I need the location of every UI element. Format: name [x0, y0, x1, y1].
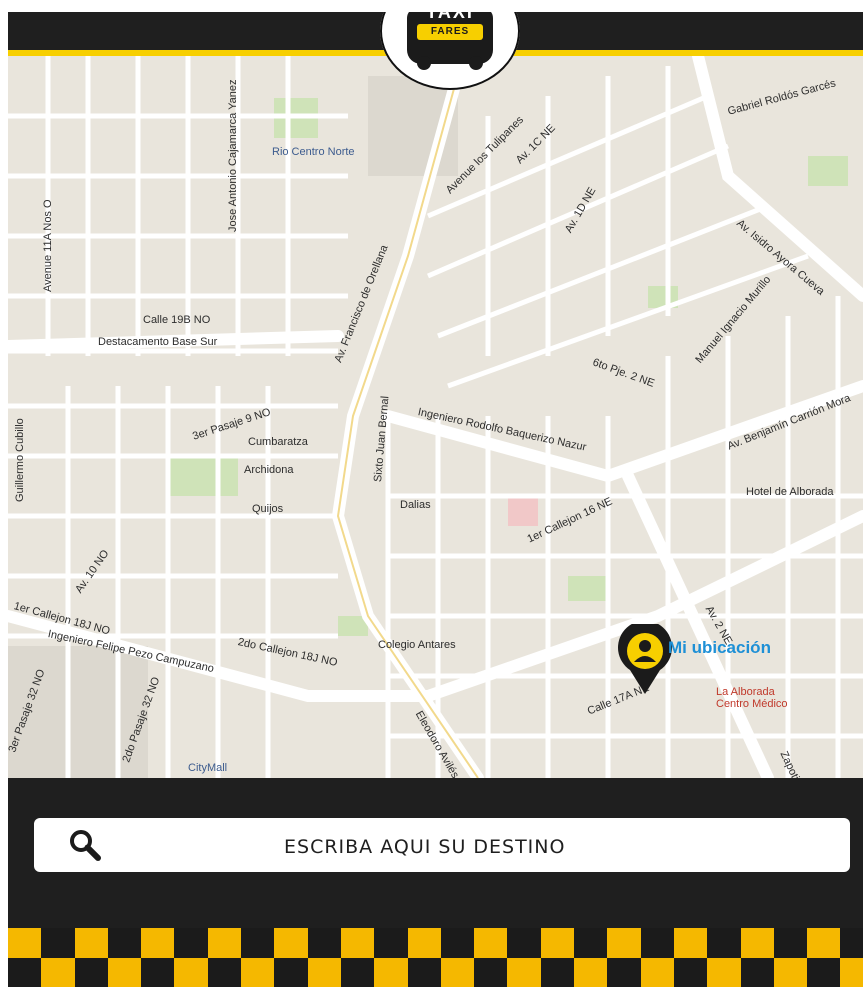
wheel-icon: [417, 56, 431, 70]
checker-cell: [374, 928, 408, 958]
checker-cell: [640, 958, 674, 987]
checker-cell: [241, 928, 275, 958]
checker-cell: [141, 928, 175, 958]
checker-cell: [574, 928, 608, 958]
checker-cell: [274, 958, 308, 987]
checker-pattern-bottom: [8, 958, 863, 987]
checker-cell: [407, 958, 441, 987]
checker-cell: [8, 928, 42, 958]
checker-cell: [340, 958, 375, 987]
checker-cell: [440, 928, 475, 958]
map-label: Destacamento Base Sur: [98, 336, 218, 348]
checker-cell: [374, 958, 408, 987]
checker-cell: [540, 958, 575, 987]
checker-cell: [407, 928, 441, 958]
checker-cell: [41, 928, 75, 958]
checker-cell: [207, 928, 242, 958]
map-label: Cumbaratza: [248, 436, 308, 448]
checker-cell: [141, 958, 175, 987]
checker-cell: [707, 958, 741, 987]
checker-cell: [607, 928, 641, 958]
search-icon[interactable]: [68, 828, 102, 862]
checker-cell: [840, 958, 863, 987]
checker-cell: [474, 928, 508, 958]
map-label: Dalias: [400, 499, 431, 511]
map-view[interactable]: Gabriel Roldós Garcés Av. Francisco de O…: [8, 56, 863, 778]
checker-cell: [507, 928, 541, 958]
checker-cell: [440, 958, 475, 987]
destination-search-placeholder[interactable]: ESCRIBA AQUI SU DESTINO: [284, 836, 565, 858]
checker-cell: [607, 958, 641, 987]
map-label: Jose Antonio Cajamarca Yanez: [227, 79, 239, 232]
map-poi-label: La Alborada Centro Médico: [716, 686, 788, 710]
logo-taxi-text: TAXI: [426, 12, 474, 22]
map-label: Quijos: [252, 503, 284, 515]
logo-fares-badge: FARES: [417, 24, 483, 40]
checker-cell: [773, 958, 808, 987]
checker-cell: [840, 928, 863, 958]
checker-cell: [707, 928, 741, 958]
checker-cell: [107, 958, 142, 987]
checker-cell: [174, 958, 208, 987]
checker-cell: [507, 958, 541, 987]
checker-cell: [8, 958, 42, 987]
checker-cell: [673, 958, 708, 987]
checker-cell: [640, 928, 674, 958]
checker-cell: [807, 958, 841, 987]
checker-pattern-top: [8, 928, 863, 958]
map-poi-label: Rio Centro Norte: [272, 146, 355, 158]
checker-cell: [340, 928, 375, 958]
bottom-panel: ESCRIBA AQUI SU DESTINO: [8, 778, 863, 987]
checker-cell: [107, 928, 142, 958]
checker-cell: [807, 928, 841, 958]
checker-cell: [274, 928, 308, 958]
checker-cell: [307, 928, 341, 958]
app-frame: Gabriel Roldós Garcés Av. Francisco de O…: [8, 12, 863, 987]
wheel-icon: [469, 56, 483, 70]
taxi-car-icon: TAXI FARES: [407, 12, 493, 70]
checker-cell: [673, 928, 708, 958]
destination-search-field[interactable]: ESCRIBA AQUI SU DESTINO: [34, 818, 850, 872]
map-poi-label: Colegio Antares: [378, 639, 456, 651]
checker-cell: [174, 928, 208, 958]
map-poi-label: Hotel de Alborada: [746, 486, 834, 498]
checker-cell: [74, 958, 108, 987]
checker-cell: [740, 958, 774, 987]
checker-cell: [241, 958, 275, 987]
checker-cell: [207, 958, 242, 987]
map-label: Avenue 11A Nos O: [42, 199, 54, 292]
checker-cell: [574, 958, 608, 987]
my-location-label: Mi ubicación: [668, 638, 771, 657]
checker-cell: [74, 928, 108, 958]
map-label: Archidona: [244, 464, 294, 476]
checker-cell: [41, 958, 75, 987]
checker-cell: [740, 928, 774, 958]
checker-cell: [474, 958, 508, 987]
map-poi-label: CityMall: [188, 762, 228, 774]
checker-cell: [773, 928, 808, 958]
checker-cell: [307, 958, 341, 987]
checker-cell: [540, 928, 575, 958]
my-location-pin-icon[interactable]: [616, 624, 674, 696]
map-label: Guillermo Cubillo: [14, 418, 26, 502]
map-label: Calle 19B NO: [143, 314, 211, 326]
